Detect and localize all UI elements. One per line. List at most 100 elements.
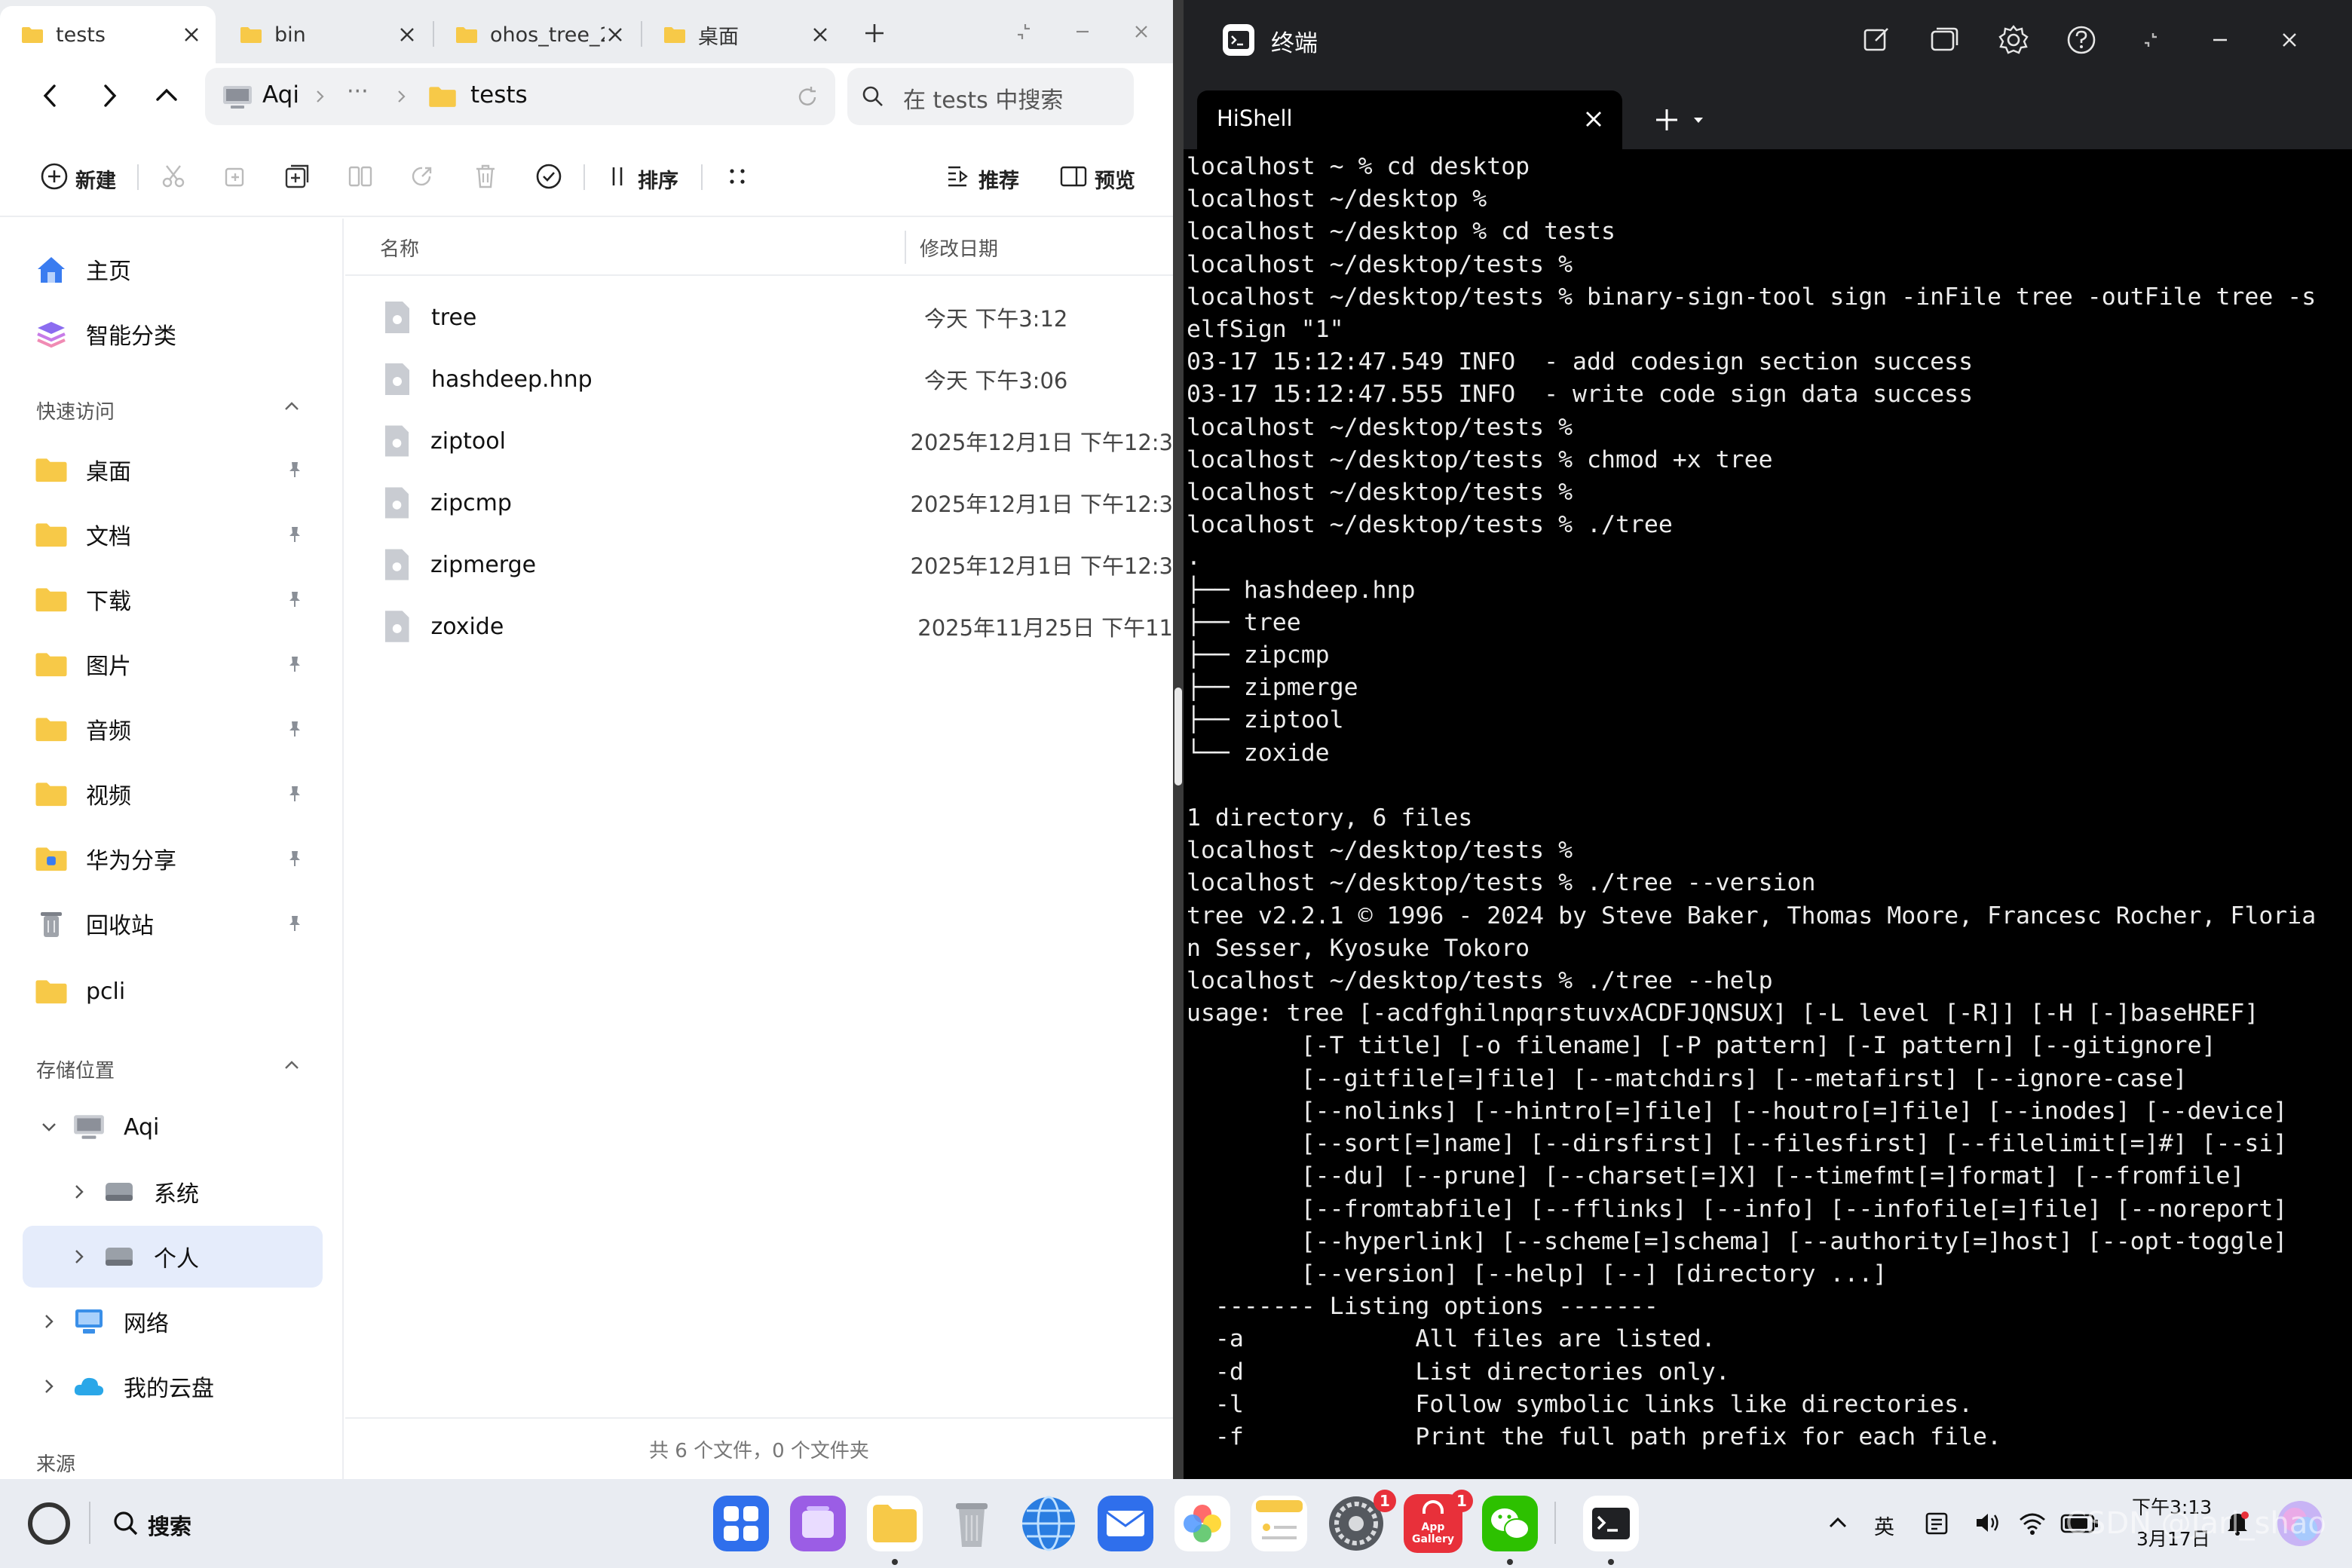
pin-icon[interactable] — [285, 914, 305, 933]
column-date[interactable]: 修改日期 — [920, 234, 998, 262]
multitask-icon[interactable] — [789, 1494, 847, 1553]
recommend-icon[interactable] — [941, 160, 974, 193]
close-window-icon[interactable] — [2272, 23, 2307, 57]
chevron-up-icon[interactable] — [279, 394, 305, 419]
sort-icon[interactable] — [602, 160, 635, 193]
file-row[interactable]: zoxide 2025年11月25日 下午11 — [360, 596, 1173, 657]
minimize-icon[interactable] — [2203, 23, 2237, 57]
sidebar-item-documents[interactable]: 文档 — [23, 504, 323, 565]
compare-icon[interactable] — [344, 160, 377, 193]
new-tab-icon[interactable] — [1651, 104, 1683, 136]
cut-icon[interactable] — [157, 160, 190, 193]
column-divider[interactable] — [905, 231, 906, 264]
sidebar-item-system[interactable]: 系统 — [23, 1161, 323, 1223]
pin-icon[interactable] — [285, 590, 305, 609]
files-app-icon[interactable] — [865, 1494, 924, 1553]
sort-button[interactable]: 排序 — [638, 164, 678, 194]
tab-hishell[interactable]: HiShell — [1197, 90, 1622, 149]
terminal-output[interactable]: localhost ~ % cd desktop localhost ~/desk… — [1187, 151, 2332, 1479]
pin-icon[interactable] — [285, 849, 305, 868]
search-button[interactable]: 搜索 — [148, 1509, 191, 1541]
recommend-button[interactable]: 推荐 — [978, 164, 1019, 194]
file-row[interactable]: zipcmp 2025年12月1日 下午12:3 — [360, 472, 1173, 534]
chevron-down-icon[interactable] — [38, 1116, 60, 1138]
sidebar-item-smart-category[interactable]: 智能分类 — [23, 303, 323, 365]
forward-icon[interactable] — [89, 75, 130, 116]
app-launcher-icon[interactable] — [712, 1494, 770, 1553]
chevron-right-icon[interactable] — [38, 1310, 60, 1333]
restore-icon[interactable] — [2133, 23, 2168, 57]
pin-icon[interactable] — [285, 525, 305, 544]
sidebar-item-home[interactable]: 主页 — [23, 238, 323, 300]
split-handle[interactable] — [1174, 688, 1182, 786]
sidebar-item-pictures[interactable]: 图片 — [23, 633, 323, 695]
pin-icon[interactable] — [285, 654, 305, 674]
breadcrumb-folder[interactable]: tests — [470, 81, 528, 109]
tab-overview-icon[interactable] — [1927, 23, 1962, 57]
close-icon[interactable] — [1580, 106, 1607, 133]
file-row[interactable]: zipmerge 2025年12月1日 下午12:3 — [360, 534, 1173, 596]
view-mode-icon[interactable] — [721, 160, 754, 193]
start-icon[interactable] — [24, 1499, 74, 1548]
help-icon[interactable] — [2064, 23, 2099, 57]
up-icon[interactable] — [146, 75, 187, 116]
caret-down-icon[interactable] — [1690, 112, 1707, 128]
trash-icon[interactable] — [942, 1494, 1001, 1553]
new-button[interactable]: 新建 — [75, 164, 116, 194]
refresh-icon[interactable] — [795, 84, 820, 110]
wifi-icon[interactable] — [2017, 1508, 2047, 1538]
search-icon[interactable] — [112, 1509, 140, 1538]
restore-icon[interactable] — [1009, 17, 1039, 47]
pin-icon[interactable] — [285, 719, 305, 739]
close-icon[interactable] — [810, 24, 831, 45]
close-icon[interactable] — [397, 24, 418, 45]
notes-icon[interactable] — [1250, 1494, 1309, 1553]
chevron-right-icon[interactable] — [68, 1245, 90, 1268]
sidebar-item-huawei-share[interactable]: 华为分享 — [23, 828, 323, 890]
tab-desktop[interactable]: 桌面 — [642, 6, 844, 63]
close-icon[interactable] — [181, 24, 202, 45]
breadcrumb[interactable]: Aqi ··· tests — [205, 68, 835, 125]
volume-icon[interactable] — [1972, 1508, 2002, 1538]
sidebar-item-downloads[interactable]: 下载 — [23, 568, 323, 630]
sidebar-item-cloud[interactable]: 我的云盘 — [23, 1355, 323, 1417]
sidebar-item-personal[interactable]: 个人 — [23, 1226, 323, 1288]
browser-icon[interactable] — [1019, 1494, 1078, 1553]
copy-icon[interactable] — [219, 160, 252, 193]
tab-bin[interactable]: bin — [219, 6, 431, 63]
preview-icon[interactable] — [1057, 160, 1090, 193]
file-row[interactable]: hashdeep.hnp 今天 下午3:06 — [360, 348, 1173, 410]
breadcrumb-device[interactable]: Aqi — [262, 81, 299, 109]
column-name[interactable]: 名称 — [380, 234, 419, 262]
tab-tests[interactable]: tests — [0, 6, 216, 63]
terminal-app-icon[interactable] — [1582, 1494, 1640, 1553]
gear-icon[interactable] — [1996, 23, 2031, 57]
sidebar-item-video[interactable]: 视频 — [23, 763, 323, 825]
sidebar-item-desktop[interactable]: 桌面 — [23, 439, 323, 501]
sidebar-item-device-aqi[interactable]: Aqi — [23, 1096, 323, 1158]
share-icon[interactable] — [406, 160, 439, 193]
chevron-up-icon[interactable] — [1823, 1508, 1853, 1538]
breadcrumb-ellipsis[interactable]: ··· — [347, 78, 369, 105]
select-icon[interactable] — [532, 160, 565, 193]
sidebar-item-pcli[interactable]: pcli — [23, 960, 323, 1022]
sidebar-item-audio[interactable]: 音频 — [23, 698, 323, 760]
clipboard-icon[interactable] — [1921, 1508, 1951, 1538]
pin-icon[interactable] — [285, 460, 305, 479]
new-window-icon[interactable] — [1859, 23, 1894, 57]
chevron-right-icon[interactable] — [38, 1375, 60, 1398]
minimize-icon[interactable] — [1067, 17, 1098, 47]
photos-icon[interactable] — [1173, 1494, 1232, 1553]
sidebar-item-network[interactable]: 网络 — [23, 1291, 323, 1352]
ime-indicator[interactable]: 英 — [1874, 1511, 1894, 1540]
sidebar-item-recycle-bin[interactable]: 回收站 — [23, 893, 323, 954]
paste-icon[interactable] — [280, 160, 314, 193]
preview-button[interactable]: 预览 — [1095, 164, 1135, 194]
chevron-right-icon[interactable] — [68, 1181, 90, 1203]
file-row[interactable]: ziptool 2025年12月1日 下午12:3 — [360, 410, 1173, 472]
file-row[interactable]: tree 今天 下午3:12 — [360, 286, 1173, 348]
new-tab-icon[interactable] — [859, 18, 890, 48]
tab-ohos-tree[interactable]: ohos_tree_2. — [434, 6, 639, 63]
close-window-icon[interactable] — [1126, 17, 1156, 47]
delete-icon[interactable] — [469, 160, 502, 193]
